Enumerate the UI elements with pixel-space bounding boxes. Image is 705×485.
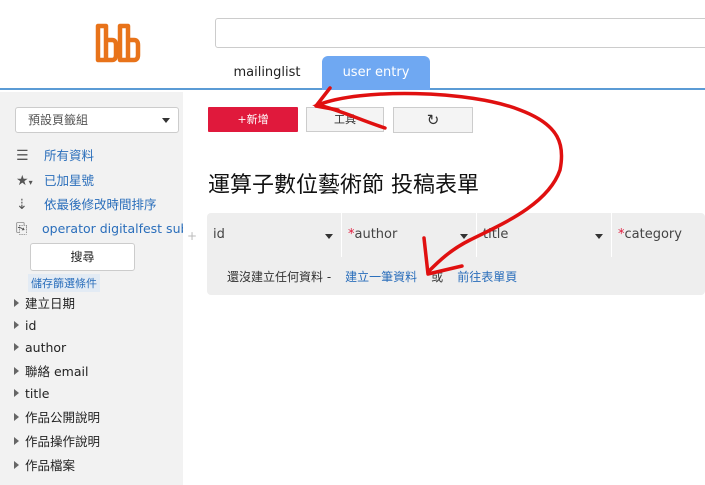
- field-label: 作品操作說明: [25, 434, 101, 449]
- chevron-down-icon[interactable]: [325, 234, 333, 239]
- sort-icon: ⇣: [16, 197, 28, 213]
- create-record-link[interactable]: 建立一筆資料: [345, 270, 417, 284]
- sidebar-item-label: operator digitalfest sub: [42, 221, 183, 236]
- sidebar-item-sort-modified[interactable]: ⇣ 依最後修改時間排序: [16, 195, 157, 215]
- column-label: *author: [348, 227, 398, 242]
- save-filter-button[interactable]: 儲存篩選條件: [28, 274, 100, 292]
- search-button[interactable]: 搜尋: [30, 243, 135, 271]
- column-label: id: [213, 227, 225, 242]
- sidebar-resize-handle[interactable]: +: [184, 228, 200, 244]
- tab-mailinglist[interactable]: mailinglist: [222, 56, 312, 90]
- export-icon: ⎘: [16, 221, 28, 237]
- or-text: 或: [431, 270, 444, 284]
- field-label: 建立日期: [25, 296, 76, 311]
- logo-icon[interactable]: [94, 22, 142, 64]
- star-icon: ★▾: [16, 173, 33, 189]
- caret-right-icon: [14, 413, 19, 421]
- column-header-author[interactable]: *author: [342, 213, 477, 257]
- chevron-down-icon[interactable]: [460, 234, 468, 239]
- top-bar: mailinglist user entry: [0, 0, 705, 90]
- list-icon: ☰: [16, 148, 29, 164]
- search-input[interactable]: [215, 18, 705, 48]
- field-id[interactable]: id: [14, 316, 36, 336]
- sidebar-item-label: 依最後修改時間排序: [44, 197, 157, 212]
- caret-right-icon: [14, 437, 19, 445]
- caret-right-icon: [14, 343, 19, 351]
- column-header-category[interactable]: *category: [612, 213, 705, 257]
- field-email[interactable]: 聯絡 email: [14, 362, 88, 382]
- field-title[interactable]: title: [14, 384, 49, 404]
- page-title: 運算子數位藝術節 投稿表單: [208, 173, 479, 198]
- empty-state-text: 還沒建立任何資料 -: [227, 270, 332, 284]
- field-label: 聯絡 email: [25, 364, 89, 379]
- new-record-button[interactable]: +新增: [208, 107, 298, 132]
- caret-right-icon: [14, 367, 19, 375]
- field-author[interactable]: author: [14, 338, 66, 358]
- field-operation-description[interactable]: 作品操作說明: [14, 432, 100, 452]
- field-work-file[interactable]: 作品檔案: [14, 456, 75, 476]
- chevron-down-icon[interactable]: [595, 234, 603, 239]
- caret-right-icon: [14, 389, 19, 397]
- caret-right-icon: [14, 299, 19, 307]
- field-label: author: [25, 340, 67, 355]
- field-label: 作品公開說明: [25, 410, 101, 425]
- field-label: 作品檔案: [25, 458, 76, 473]
- column-header-title[interactable]: title: [477, 213, 612, 257]
- caret-right-icon: [14, 321, 19, 329]
- sidebar-item-operator-digitalfest[interactable]: ⎘ operator digitalfest sub: [16, 219, 183, 239]
- sidebar-item-all-records[interactable]: ☰ 所有資料: [16, 146, 94, 166]
- tab-group-select-value: 預設頁籤組: [28, 113, 89, 127]
- caret-right-icon: [14, 461, 19, 469]
- column-label: *category: [618, 227, 682, 242]
- column-header-id[interactable]: id: [207, 213, 342, 257]
- chevron-down-icon: [162, 118, 170, 123]
- sidebar: 預設頁籤組 ☰ 所有資料 ★▾ 已加星號 ⇣ 依最後修改時間排序 ⎘ operator …: [0, 92, 183, 485]
- field-label: id: [25, 318, 37, 333]
- tab-group-select[interactable]: 預設頁籤組: [15, 107, 179, 133]
- go-to-form-link[interactable]: 前往表單頁: [457, 270, 517, 284]
- sidebar-item-label: 所有資料: [44, 148, 95, 163]
- tools-button[interactable]: 工具: [306, 107, 384, 132]
- empty-state-row: 還沒建立任何資料 - 建立一筆資料或前往表單頁: [227, 268, 517, 285]
- records-table: id *author title *category 還沒建立任何資料 - 建立一…: [207, 213, 705, 295]
- refresh-button[interactable]: ↻: [393, 107, 473, 133]
- field-public-description[interactable]: 作品公開說明: [14, 408, 100, 428]
- refresh-icon: ↻: [426, 111, 440, 129]
- field-label: title: [25, 386, 50, 401]
- sidebar-item-starred[interactable]: ★▾ 已加星號: [16, 171, 94, 191]
- field-created-date[interactable]: 建立日期: [14, 294, 75, 314]
- sidebar-item-label: 已加星號: [44, 173, 95, 188]
- tab-user-entry[interactable]: user entry: [322, 56, 430, 90]
- column-label: title: [483, 227, 509, 242]
